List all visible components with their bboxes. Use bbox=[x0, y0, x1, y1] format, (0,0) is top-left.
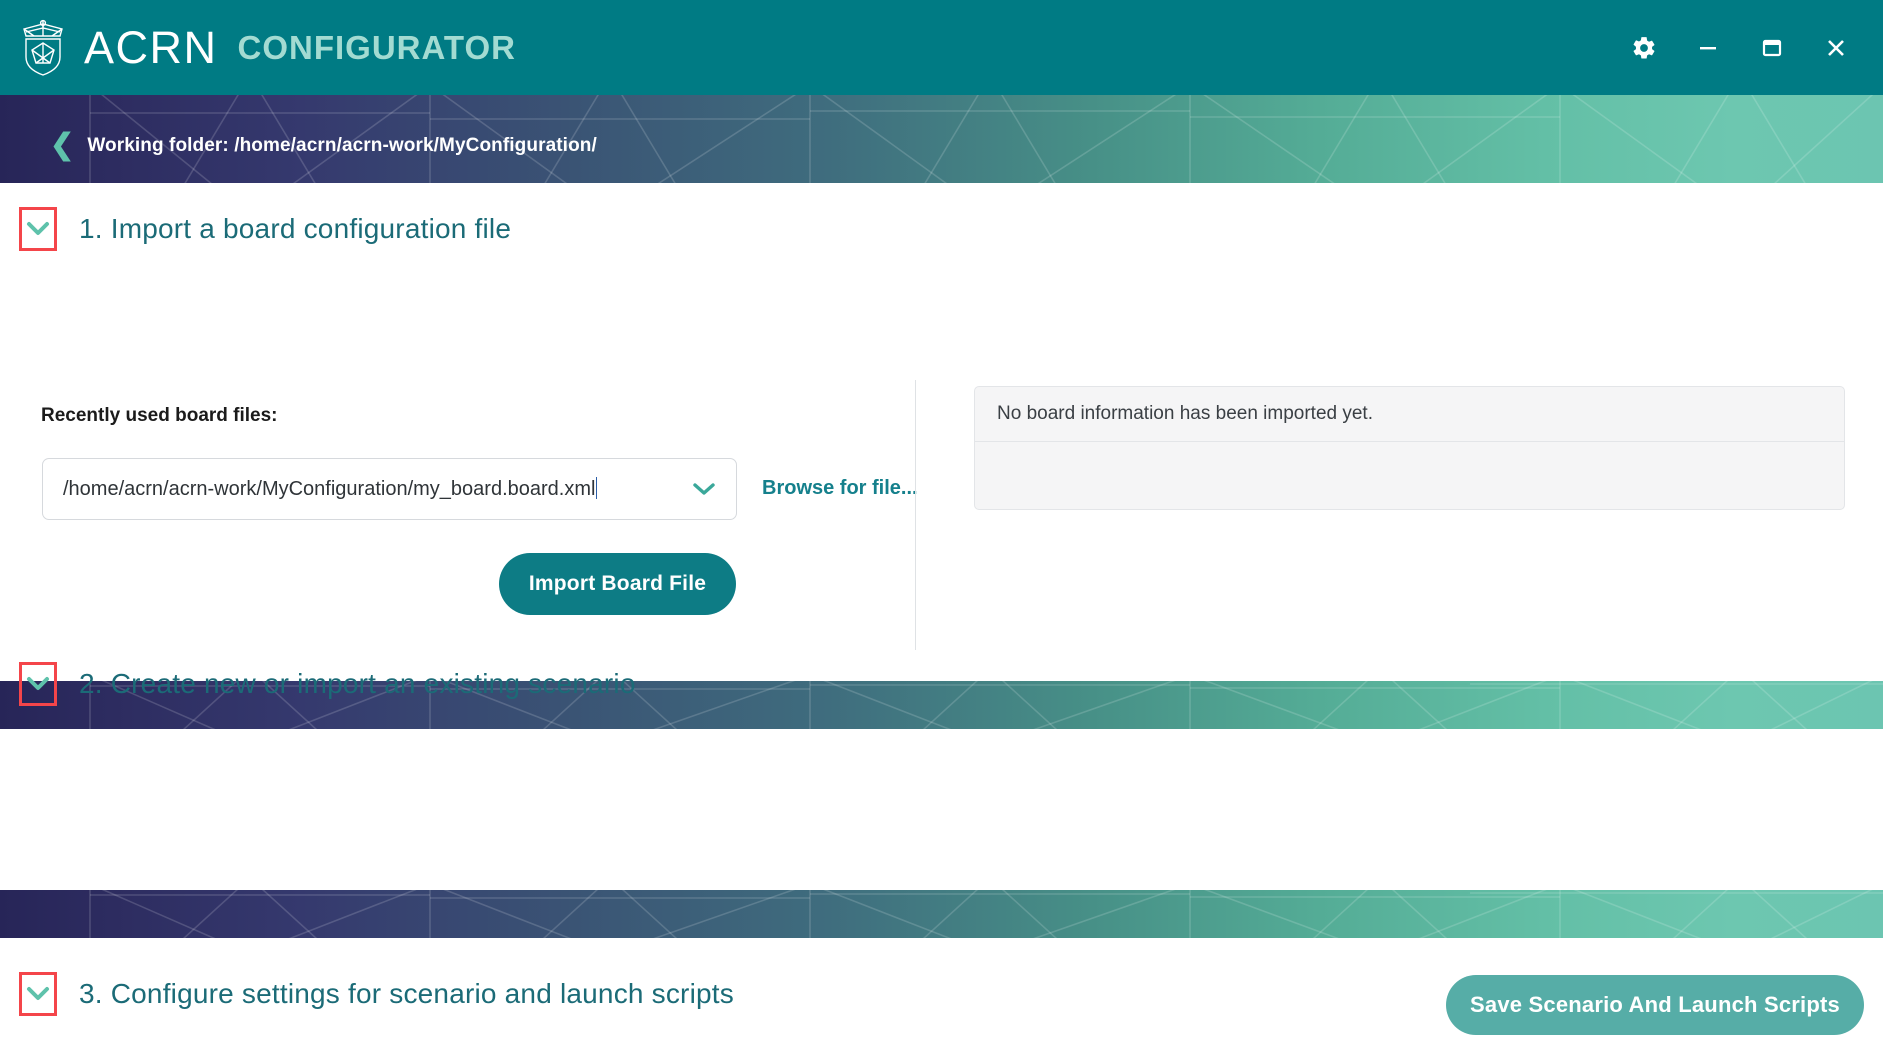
minimize-icon[interactable] bbox=[1693, 33, 1723, 63]
acrn-logo-icon bbox=[23, 19, 63, 76]
board-info-body bbox=[975, 442, 1844, 509]
close-icon[interactable] bbox=[1821, 33, 1851, 63]
browse-for-file-link[interactable]: Browse for file... bbox=[762, 477, 918, 500]
chevron-down-icon[interactable] bbox=[19, 207, 57, 251]
breadcrumb[interactable]: ❮ Working folder: /home/acrn/acrn-work/M… bbox=[50, 131, 597, 160]
brand-acrn-text: ACRN bbox=[84, 22, 218, 73]
board-info-panel: No board information has been imported y… bbox=[974, 386, 1845, 510]
section-title-configure-settings: 3. Configure settings for scenario and l… bbox=[79, 978, 734, 1009]
chevron-down-icon[interactable] bbox=[19, 662, 57, 706]
maximize-icon[interactable] bbox=[1757, 33, 1787, 63]
working-folder-label: Working folder: /home/acrn/acrn-work/MyC… bbox=[87, 134, 597, 156]
section-title-import-board: 1. Import a board configuration file bbox=[79, 213, 512, 244]
panel-divider bbox=[915, 380, 916, 650]
gear-icon[interactable] bbox=[1629, 33, 1659, 63]
text-caret bbox=[596, 477, 598, 499]
chevron-down-icon[interactable] bbox=[19, 972, 57, 1016]
back-chevron-icon[interactable]: ❮ bbox=[50, 131, 74, 160]
chevron-down-icon[interactable] bbox=[692, 482, 716, 496]
title-bar: ACRN CONFIGURATOR bbox=[0, 0, 1883, 95]
section-title-create-scenario: 2. Create new or import an existing scen… bbox=[79, 668, 636, 699]
recently-used-label: Recently used board files: bbox=[41, 405, 278, 426]
section-header-create-scenario[interactable]: 2. Create new or import an existing scen… bbox=[0, 658, 636, 710]
board-info-header: No board information has been imported y… bbox=[975, 387, 1844, 442]
import-board-file-button[interactable]: Import Board File bbox=[499, 553, 736, 615]
section-header-configure-settings[interactable]: 3. Configure settings for scenario and l… bbox=[0, 968, 734, 1020]
window-controls bbox=[1629, 0, 1873, 95]
board-info-message: No board information has been imported y… bbox=[997, 403, 1373, 424]
board-file-select-value: /home/acrn/acrn-work/MyConfiguration/my_… bbox=[63, 477, 598, 500]
section-divider-banner-3 bbox=[0, 890, 1883, 938]
app-brand: ACRN CONFIGURATOR bbox=[16, 19, 516, 77]
brand-configurator-text: CONFIGURATOR bbox=[237, 29, 516, 66]
configurator-window: ACRN CONFIGURATOR ❮ Working folder: /hom… bbox=[0, 0, 1883, 1060]
section-header-import-board[interactable]: 1. Import a board configuration file bbox=[0, 203, 511, 255]
save-scenario-and-launch-scripts-button[interactable]: Save Scenario And Launch Scripts bbox=[1446, 975, 1864, 1035]
banner-pattern bbox=[89, 890, 1883, 938]
board-file-select[interactable]: /home/acrn/acrn-work/MyConfiguration/my_… bbox=[42, 458, 737, 520]
